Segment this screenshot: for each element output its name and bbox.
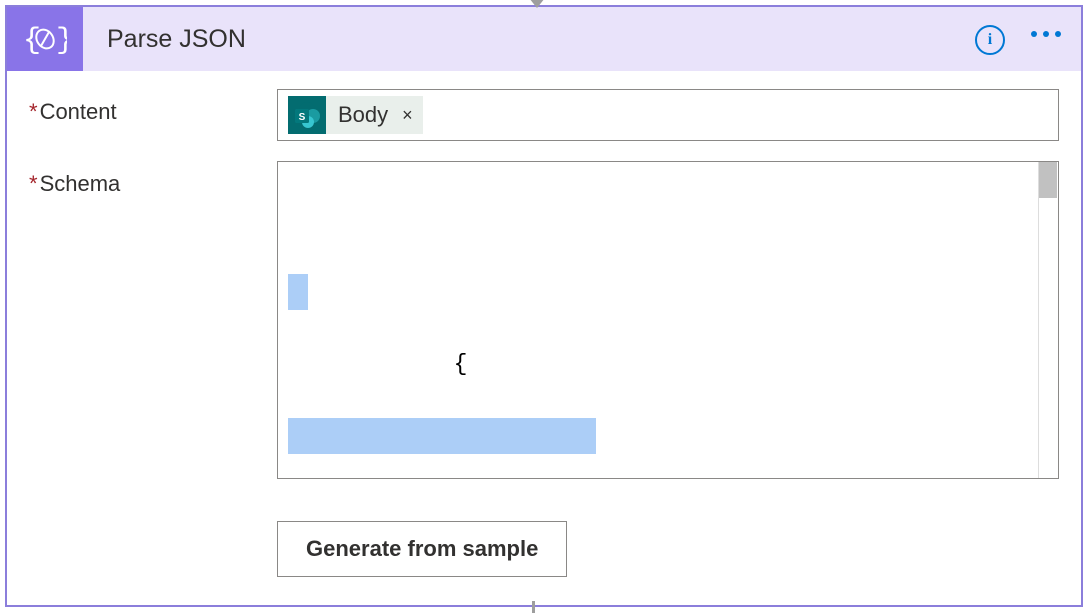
info-icon: i — [988, 31, 992, 49]
dot-icon — [1031, 31, 1037, 37]
content-row: Content S Body × — [29, 89, 1059, 141]
sharepoint-icon: S — [288, 96, 326, 134]
data-operation-icon: { } — [23, 22, 67, 57]
schema-label: Schema — [29, 161, 277, 197]
token-remove-button[interactable]: × — [400, 105, 423, 126]
schema-scrollbar[interactable] — [1038, 162, 1058, 478]
schema-input[interactable]: { "type": "object", "properties": { | "d… — [277, 161, 1059, 479]
parse-json-action-card: { } Parse JSON i Content — [5, 5, 1083, 607]
svg-text:S: S — [299, 112, 306, 123]
action-icon-box: { } — [7, 7, 83, 71]
content-label: Content — [29, 89, 277, 125]
code-token: { — [454, 351, 468, 377]
info-button[interactable]: i — [975, 25, 1005, 55]
token-label: Body — [326, 96, 400, 134]
action-header[interactable]: { } Parse JSON i — [7, 7, 1081, 71]
action-body: Content S Body × — [7, 71, 1081, 605]
flow-connector-line — [532, 601, 535, 613]
svg-text:{: { — [23, 24, 41, 57]
schema-row: Schema { "type": "object", "properties":… — [29, 161, 1059, 479]
schema-content[interactable]: { "type": "object", "properties": { | "d… — [288, 166, 1054, 479]
flow-connector-arrow — [529, 0, 545, 8]
content-input[interactable]: S Body × — [277, 89, 1059, 141]
dot-icon — [1043, 31, 1049, 37]
more-menu-button[interactable] — [1031, 31, 1061, 37]
generate-from-sample-button[interactable]: Generate from sample — [277, 521, 567, 577]
scrollbar-thumb[interactable] — [1039, 162, 1057, 198]
svg-text:}: } — [56, 24, 67, 57]
action-title: Parse JSON — [107, 25, 246, 54]
dynamic-content-token[interactable]: S Body × — [288, 96, 423, 134]
dot-icon — [1055, 31, 1061, 37]
